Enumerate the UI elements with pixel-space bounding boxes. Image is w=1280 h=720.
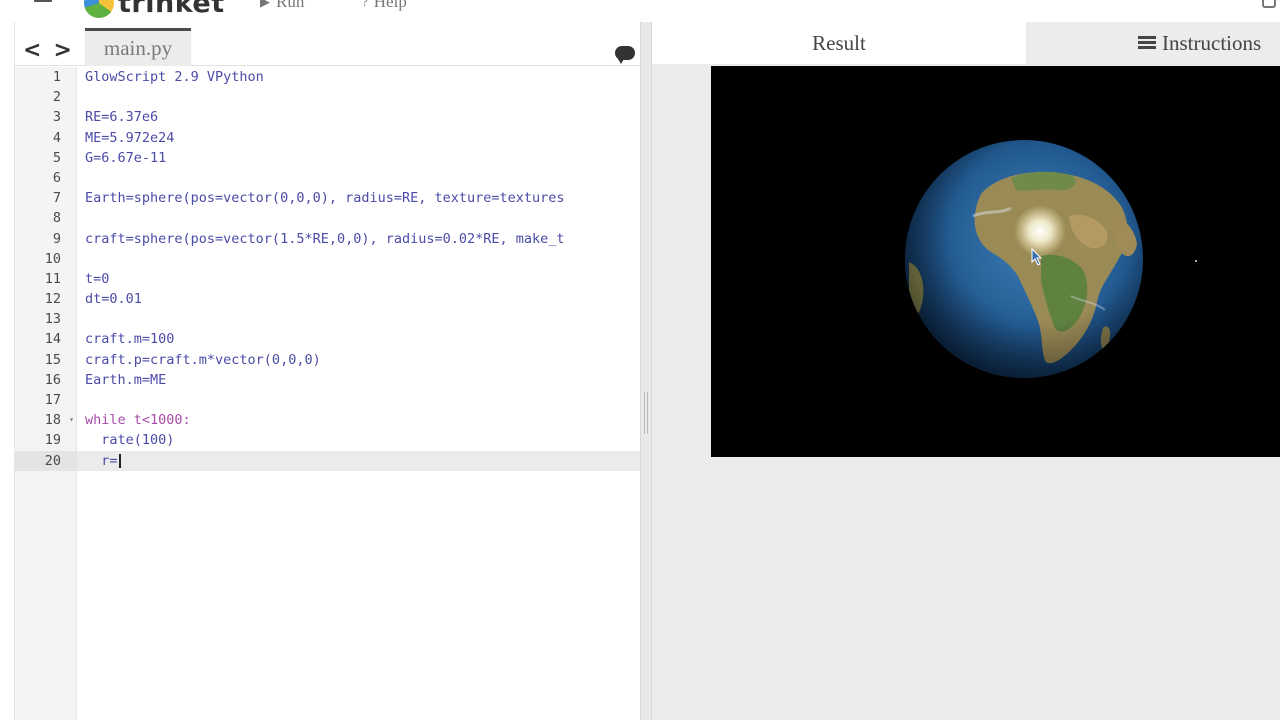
code-line-text: dt=0.01 [85, 291, 142, 308]
code-line-text: while t<1000: [85, 412, 191, 429]
code-line[interactable]: while t<1000: [77, 410, 641, 430]
code-line[interactable]: GlowScript 2.9 VPython [77, 67, 641, 87]
line-number: 8 [52, 210, 61, 227]
code-line[interactable] [77, 87, 641, 107]
line-number: 4 [52, 129, 61, 146]
line-number: 20 [15, 450, 76, 471]
code-line-text: t=0 [85, 270, 110, 287]
fold-arrow-icon[interactable]: ▾ [69, 410, 74, 430]
line-number: 13 [44, 311, 61, 328]
line-number: 19 [44, 432, 61, 449]
code-line[interactable]: dt=0.01 [77, 289, 641, 309]
output-tab-bar: Result Instructions [652, 22, 1280, 64]
tab-instructions[interactable]: Instructions [1138, 22, 1261, 64]
chevron-left-icon[interactable]: < [23, 40, 41, 62]
line-number: 14 [44, 331, 61, 348]
code-line[interactable]: craft.m=100 [77, 329, 641, 349]
code-editor[interactable]: GlowScript 2.9 VPython RE=6.37e6 ME=5.972e… [77, 67, 641, 720]
code-line[interactable]: Earth.m=ME [77, 370, 641, 390]
tab-result[interactable]: Result [652, 22, 1026, 64]
line-number: 1 [52, 69, 61, 85]
code-line[interactable]: RE=6.37e6 [77, 107, 641, 127]
top-bar: trinket ▶ Run ? Help [0, 0, 1280, 22]
text-cursor [118, 453, 121, 468]
code-line-text: ME=5.972e24 [85, 129, 175, 146]
code-line[interactable] [77, 309, 641, 329]
line-number: 6 [52, 169, 61, 186]
line-number: 17 [44, 392, 61, 408]
line-number: 2 [52, 89, 61, 106]
splitter-grip-icon[interactable] [644, 392, 648, 434]
line-number-gutter: 1 2 3 4 5 6 7 8 9 10 11 12 13 14 15 16 17 18 ▾ 19 20 [15, 67, 77, 720]
code-line-text: craft.p=craft.m*vector(0,0,0) [85, 351, 321, 368]
code-line-text: G=6.67e-11 [85, 149, 167, 166]
pane-splitter[interactable] [640, 22, 652, 720]
code-line[interactable] [77, 249, 641, 269]
trinket-logo-icon [84, 0, 114, 18]
line-number: 12 [44, 291, 61, 308]
output-pane: Result Instructions [652, 22, 1280, 720]
help-label: Help [373, 0, 407, 11]
line-number: 18 ▾ [15, 410, 76, 430]
help-button[interactable]: ? Help [362, 0, 407, 12]
chevron-right-icon[interactable]: > [53, 40, 71, 62]
line-number: 7 [52, 190, 61, 207]
spacecraft-dot [1195, 260, 1197, 262]
editor-pane: < > main.py 1 2 3 4 5 6 7 8 9 10 11 12 13 14 15 16 17 18 ▾… [14, 22, 641, 720]
list-icon [1138, 36, 1156, 50]
line-number: 15 [44, 351, 61, 368]
code-line-text: rate(100) [85, 432, 175, 449]
tab-navigation: < > [23, 40, 72, 62]
code-line[interactable]: G=6.67e-11 [77, 148, 641, 168]
code-line[interactable]: ME=5.972e24 [77, 128, 641, 148]
code-line-text: Earth=sphere(pos=vector(0,0,0), radius=R… [85, 190, 565, 207]
run-button[interactable]: ▶ Run [260, 0, 304, 12]
line-number: 10 [44, 250, 61, 267]
line-number: 5 [52, 149, 61, 166]
code-line[interactable]: r= [77, 450, 641, 471]
code-line-text: GlowScript 2.9 VPython [85, 69, 264, 85]
line-number: 9 [52, 230, 61, 247]
tab-instructions-label: Instructions [1162, 30, 1262, 55]
run-label: Run [276, 0, 305, 11]
code-line-text: RE=6.37e6 [85, 109, 159, 126]
code-line[interactable]: Earth=sphere(pos=vector(0,0,0), radius=R… [77, 188, 641, 208]
line-number: 16 [44, 371, 61, 388]
chat-bubble-icon[interactable] [615, 46, 635, 64]
hamburger-icon[interactable] [34, 0, 54, 14]
tab-main-py[interactable]: main.py [85, 28, 191, 66]
code-line[interactable]: t=0 [77, 269, 641, 289]
glowscript-canvas[interactable] [711, 66, 1280, 457]
code-line-text: craft=sphere(pos=vector(1.5*RE,0,0), rad… [85, 230, 565, 247]
code-line[interactable] [77, 390, 641, 410]
trinket-logo[interactable]: trinket [84, 0, 225, 19]
code-line-text: craft.m=100 [85, 331, 175, 348]
code-line[interactable]: craft.p=craft.m*vector(0,0,0) [77, 350, 641, 370]
line-number: 11 [44, 270, 61, 287]
question-icon: ? [362, 0, 368, 9]
account-icon[interactable] [1262, 0, 1276, 8]
code-line[interactable]: craft=sphere(pos=vector(1.5*RE,0,0), rad… [77, 229, 641, 249]
play-icon: ▶ [260, 0, 270, 9]
line-number: 3 [52, 109, 61, 126]
code-line[interactable] [77, 208, 641, 228]
code-line-text: Earth.m=ME [85, 371, 167, 388]
logo-text: trinket [118, 0, 225, 19]
code-line[interactable] [77, 168, 641, 188]
editor-tab-bar: < > main.py [15, 22, 641, 66]
code-line[interactable]: rate(100) [77, 430, 641, 450]
code-line-text: r= [85, 452, 118, 469]
